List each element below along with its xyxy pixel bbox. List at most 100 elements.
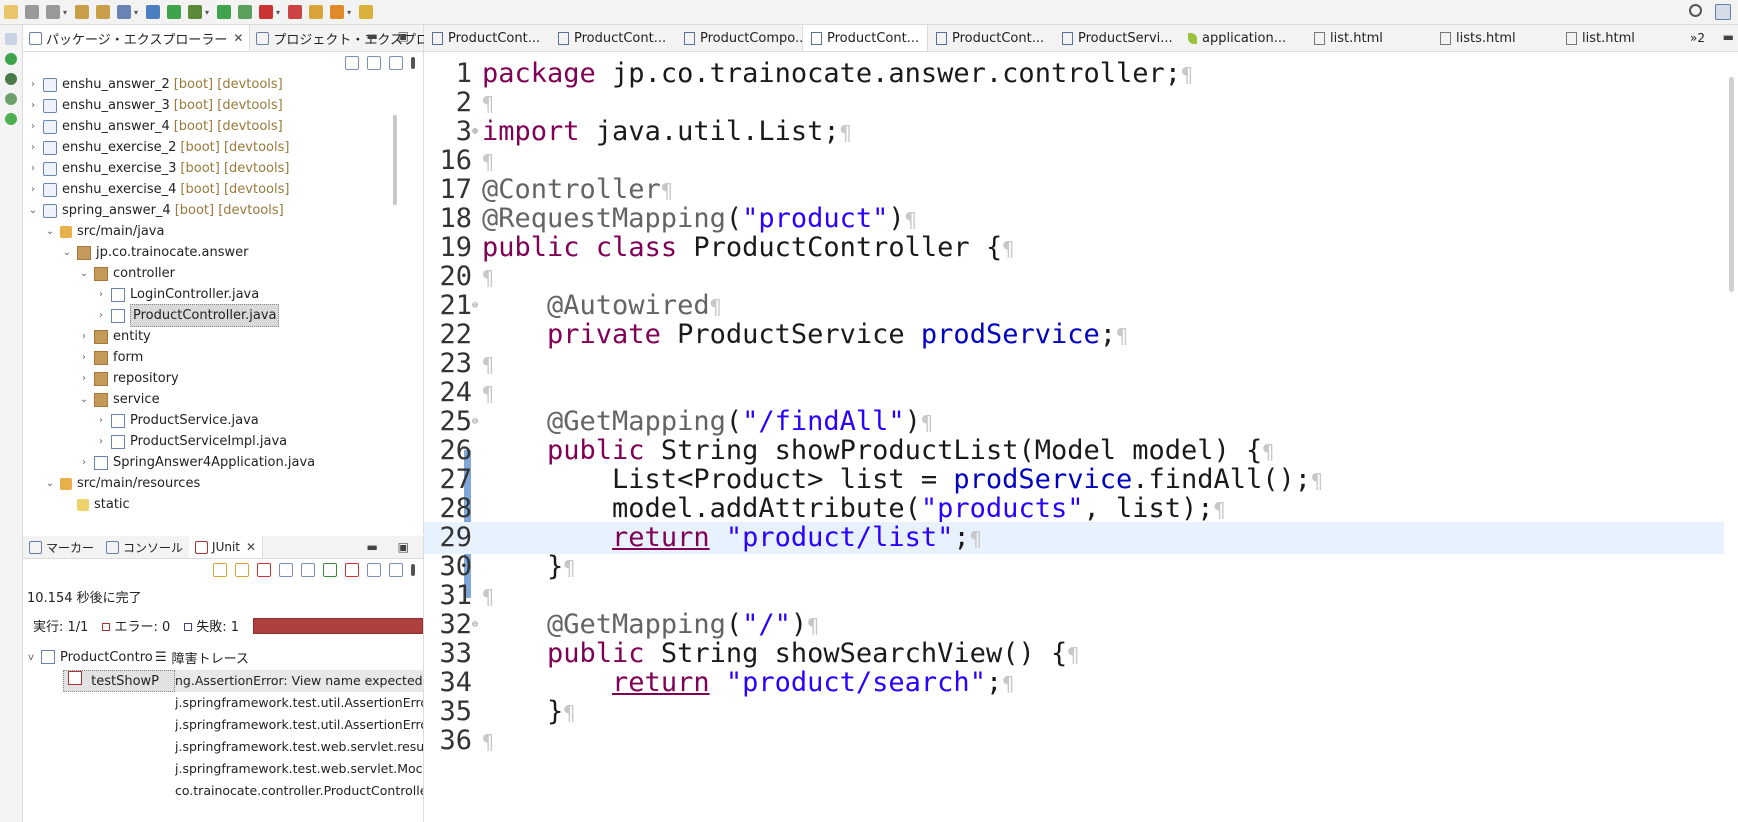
tree-item[interactable]: › enshu_answer_4 [boot] [devtools] xyxy=(23,116,423,137)
code-line[interactable]: 29 return "product/list";¶ xyxy=(424,522,1724,554)
scrollbar[interactable] xyxy=(393,115,397,205)
editor-tab[interactable]: ProductCompo... xyxy=(676,25,802,51)
editor-tab[interactable]: ProductCont... xyxy=(550,25,676,51)
twisty-icon[interactable]: ⌄ xyxy=(27,200,39,221)
code-line[interactable]: 19 public class ProductController {¶ xyxy=(424,232,1724,264)
code-line[interactable]: 33 public String showSearchView() {¶ xyxy=(424,638,1724,670)
tree-item[interactable]: › enshu_answer_3 [boot] [devtools] xyxy=(23,95,423,116)
new-icon[interactable] xyxy=(4,5,18,19)
fold-icon[interactable]: ⊖ xyxy=(472,406,478,438)
dropdown-caret-icon[interactable]: ▾ xyxy=(134,8,138,17)
code-line[interactable]: 24 ¶ xyxy=(424,377,1724,409)
trace-line[interactable]: j.springframework.test.util.AssertionErr… xyxy=(175,692,423,714)
code-line[interactable]: 1 package jp.co.trainocate.answer.control… xyxy=(424,58,1724,90)
config-icon[interactable] xyxy=(5,93,17,105)
stop-icon[interactable] xyxy=(259,5,274,19)
editor-tab[interactable]: list.html xyxy=(1558,25,1684,51)
twisty-icon[interactable]: › xyxy=(27,158,39,179)
tree-item[interactable]: › enshu_exercise_2 [boot] [devtools] xyxy=(23,137,423,158)
code-line[interactable]: 25 ⊖ @GetMapping("/findAll")¶ xyxy=(424,406,1724,438)
code-line[interactable]: 2 ¶ xyxy=(424,87,1724,119)
close-icon[interactable]: ✕ xyxy=(246,540,256,554)
code-line[interactable]: 34 return "product/search";¶ xyxy=(424,667,1724,699)
spring-icon[interactable] xyxy=(167,5,182,19)
dropdown-caret-icon[interactable]: ▾ xyxy=(63,8,67,17)
twisty-icon[interactable]: ⌄ xyxy=(78,389,90,410)
trace-line[interactable]: j.springframework.test.web.servlet.MockM… xyxy=(175,758,423,780)
dropdown-caret-icon[interactable]: ▾ xyxy=(276,8,280,17)
tree-item[interactable]: ⌄ service xyxy=(23,389,423,410)
minimize-maximize-icon[interactable]: ▬ ▣ xyxy=(367,29,418,43)
tree-item[interactable]: ⌄ jp.co.trainocate.answer xyxy=(23,242,423,263)
twisty-icon[interactable]: v xyxy=(25,652,37,663)
redo-icon[interactable] xyxy=(96,5,111,19)
rerun-failed-icon[interactable] xyxy=(345,563,359,577)
tree-item[interactable]: › entity xyxy=(23,326,423,347)
twisty-icon[interactable]: › xyxy=(95,431,107,452)
code-line[interactable]: 17 @Controller¶ xyxy=(424,174,1724,206)
editor-tab[interactable]: ProductCont...✕ xyxy=(802,25,928,51)
code-line[interactable]: 23 ¶ xyxy=(424,348,1724,380)
tree-item[interactable]: static xyxy=(23,494,423,515)
filter-icon[interactable] xyxy=(389,56,403,70)
twisty-icon[interactable]: ⌄ xyxy=(61,242,73,263)
tab-junit[interactable]: JUnit ✕ xyxy=(189,536,264,558)
tree-item[interactable]: › repository xyxy=(23,368,423,389)
code-line[interactable]: 30 }¶ xyxy=(424,551,1724,583)
layout-icon[interactable] xyxy=(301,563,315,577)
fold-icon[interactable]: ⊖ xyxy=(472,609,478,641)
show-failures-only-icon[interactable] xyxy=(257,563,271,577)
twisty-icon[interactable]: › xyxy=(27,74,39,95)
trace-line[interactable]: co.trainocate.controller.ProductControll… xyxy=(175,780,423,802)
collapse-all-icon[interactable] xyxy=(345,56,359,70)
test-method-item[interactable]: testShowP xyxy=(63,670,175,692)
spring-dashboard-icon[interactable] xyxy=(5,73,17,85)
trace-line[interactable]: j.springframework.test.web.servlet.resul… xyxy=(175,736,423,758)
tree-item[interactable]: › form xyxy=(23,347,423,368)
view-menu-icon[interactable] xyxy=(411,564,415,576)
tree-item[interactable]: › SpringAnswer4Application.java xyxy=(23,452,423,473)
next-failure-icon[interactable] xyxy=(213,563,227,577)
rerun-icon[interactable] xyxy=(323,563,337,577)
twisty-icon[interactable]: › xyxy=(95,305,107,326)
code-line[interactable]: 20 ¶ xyxy=(424,261,1724,293)
minimize-icon[interactable]: ▬ xyxy=(1723,30,1734,44)
code-line[interactable]: 27 List<Product> list = prodService.find… xyxy=(424,464,1724,496)
previous-failure-icon[interactable] xyxy=(235,563,249,577)
code-line[interactable]: 35 }¶ xyxy=(424,696,1724,728)
trace-line[interactable]: ng.AssertionError: View name expected:<p… xyxy=(175,670,423,692)
close-icon[interactable]: ✕ xyxy=(233,31,243,45)
code-line[interactable]: 26 public String showProductList(Model m… xyxy=(424,435,1724,467)
twisty-icon[interactable]: › xyxy=(95,284,107,305)
run-icon[interactable] xyxy=(217,5,232,19)
run-config-icon[interactable] xyxy=(238,5,253,19)
tree-item[interactable]: ⌄ controller xyxy=(23,263,423,284)
code-area[interactable]: 1 package jp.co.trainocate.answer.control… xyxy=(424,52,1738,822)
twisty-icon[interactable]: ⌄ xyxy=(44,221,56,242)
view-menu-icon[interactable] xyxy=(411,57,415,69)
twisty-icon[interactable]: ⌄ xyxy=(44,473,56,494)
editor-tab[interactable]: ProductCont... xyxy=(928,25,1054,51)
code-line[interactable]: 31 ¶ xyxy=(424,580,1724,612)
dropdown-caret-icon[interactable]: ▾ xyxy=(205,8,209,17)
twisty-icon[interactable]: › xyxy=(27,179,39,200)
dropdown-caret-icon[interactable]: ▾ xyxy=(347,8,351,17)
twisty-icon[interactable]: › xyxy=(78,326,90,347)
tree-item[interactable]: › LoginController.java xyxy=(23,284,423,305)
save-all-icon[interactable] xyxy=(46,5,60,19)
code-line[interactable]: 21 ⊖ @Autowired¶ xyxy=(424,290,1724,322)
tab-console[interactable]: コンソール xyxy=(100,536,189,558)
scroll-lock-icon[interactable] xyxy=(279,563,293,577)
twisty-icon[interactable]: ⌄ xyxy=(78,263,90,284)
twisty-icon[interactable]: › xyxy=(27,95,39,116)
tree-item[interactable]: ⌄ spring_answer_4 [boot] [devtools] xyxy=(23,200,423,221)
trace-line[interactable]: j.springframework.test.util.AssertionErr… xyxy=(175,714,423,736)
editor-tab[interactable]: ProductCont... xyxy=(424,25,550,51)
open-type-icon[interactable] xyxy=(117,5,132,19)
fold-icon[interactable]: ⊖ xyxy=(472,290,478,322)
perspective-icon[interactable] xyxy=(1715,4,1731,20)
tree-item[interactable]: › ProductService.java xyxy=(23,410,423,431)
tree-item[interactable]: › enshu_answer_2 [boot] [devtools] xyxy=(23,74,423,95)
tree-item[interactable]: › ProductServiceImpl.java xyxy=(23,431,423,452)
twisty-icon[interactable]: › xyxy=(27,137,39,158)
